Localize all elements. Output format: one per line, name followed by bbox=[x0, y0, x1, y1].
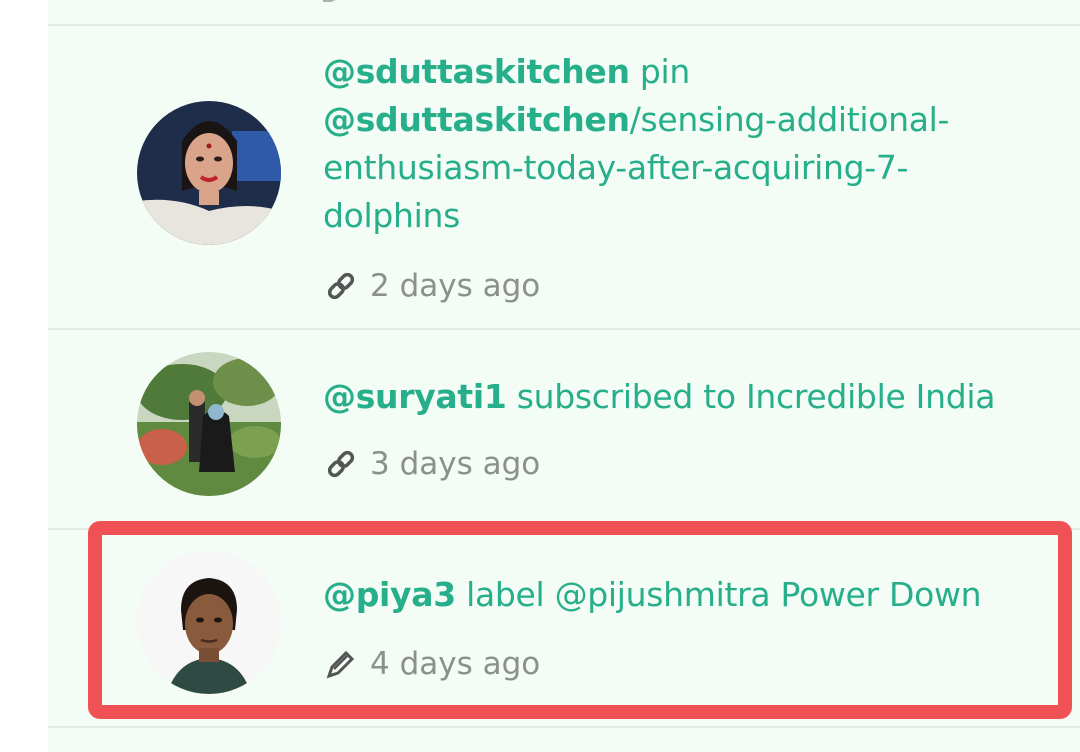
divider bbox=[48, 726, 1080, 728]
timestamp: 2 days ago bbox=[370, 268, 541, 304]
avatar-suryati1[interactable] bbox=[137, 352, 281, 496]
user-link[interactable]: @sduttaskitchen bbox=[323, 52, 630, 91]
feed-item-message: @sduttaskitchen pin @sduttaskitchen/sens… bbox=[323, 52, 950, 235]
timestamp: 3 days ago bbox=[370, 446, 541, 482]
feed-item-suryati1[interactable]: @suryati1 subscribed to Incredible India… bbox=[48, 330, 1080, 526]
avatar-sduttaskitchen[interactable] bbox=[137, 101, 281, 245]
feed-item-meta: 2 days ago bbox=[326, 266, 540, 306]
post-link[interactable]: @sduttaskitchen/sensing-additional-enthu… bbox=[323, 100, 949, 235]
link-icon bbox=[326, 271, 356, 301]
feed-item-meta: 3 days ago bbox=[326, 444, 540, 484]
link-icon bbox=[326, 449, 356, 479]
previous-item-fragment bbox=[323, 0, 463, 4]
highlight-box bbox=[88, 521, 1072, 719]
feed-item-sduttaskitchen[interactable]: @sduttaskitchen pin @sduttaskitchen/sens… bbox=[48, 26, 1080, 328]
feed-item-message: @suryati1 subscribed to Incredible India bbox=[323, 377, 996, 416]
user-link[interactable]: @suryati1 bbox=[323, 377, 507, 416]
